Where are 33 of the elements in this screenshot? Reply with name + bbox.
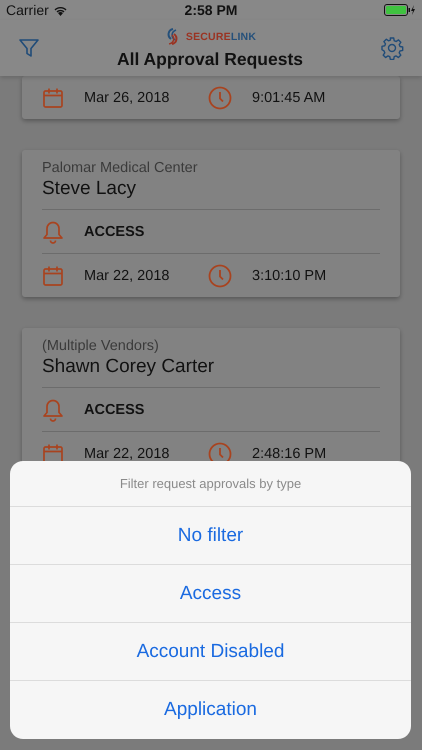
carrier-label: Carrier <box>6 2 49 18</box>
logo-text: SECURELINK <box>186 30 256 42</box>
clock-icon <box>208 264 232 288</box>
filter-option[interactable]: Application <box>10 681 411 739</box>
filter-button[interactable] <box>18 37 40 59</box>
settings-button[interactable] <box>380 36 404 60</box>
status-time: 2:58 PM <box>184 2 238 18</box>
wifi-icon <box>52 4 68 16</box>
filter-option[interactable]: Account Disabled <box>10 623 411 681</box>
bell-icon <box>42 398 64 422</box>
request-type: ACCESS <box>84 402 144 418</box>
filter-option[interactable]: Access <box>10 565 411 623</box>
request-time: 2:48:16 PM <box>252 446 326 462</box>
requester-name: Shawn Corey Carter <box>42 356 216 378</box>
vendor-name: Palomar Medical Center <box>42 160 199 176</box>
screen-title: All Approval Requests <box>116 48 304 70</box>
request-date: Mar 26, 2018 <box>84 90 170 106</box>
request-card[interactable]: Mar 26, 2018 9:01:45 AM <box>22 76 400 119</box>
bell-icon <box>42 220 64 244</box>
filter-option[interactable]: No filter <box>10 507 411 565</box>
request-card[interactable]: Palomar Medical Center Steve Lacy ACCESS Mar 22, 2018 3:10:10 PM <box>22 150 400 297</box>
request-date: Mar 22, 2018 <box>84 446 170 462</box>
vendor-name: (Multiple Vendors) <box>42 338 160 354</box>
request-type: ACCESS <box>84 224 144 240</box>
sheet-title: Filter request approvals by type <box>120 476 302 491</box>
request-time: 9:01:45 AM <box>252 90 326 106</box>
requester-name: Steve Lacy <box>42 178 137 200</box>
calendar-icon <box>42 86 64 108</box>
clock-icon <box>208 86 232 110</box>
request-date: Mar 22, 2018 <box>84 268 170 284</box>
calendar-icon <box>42 264 64 286</box>
request-time: 3:10:10 PM <box>252 268 326 284</box>
battery-icon <box>384 4 416 16</box>
